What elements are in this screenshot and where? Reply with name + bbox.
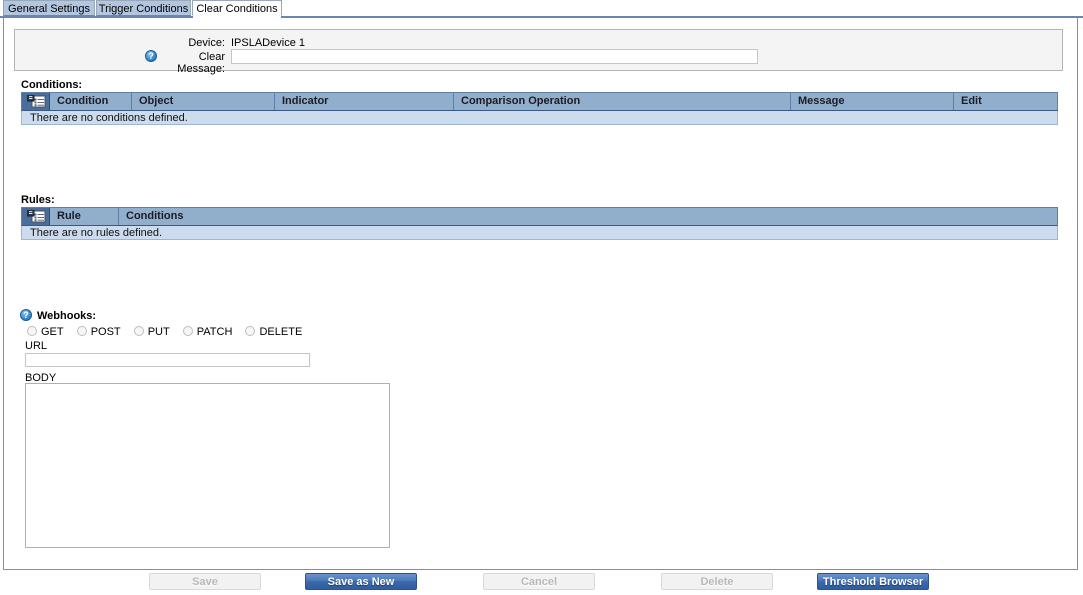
webhook-url-input[interactable] xyxy=(25,353,310,367)
footer-button-bar: Save Save as New Cancel Delete Threshold… xyxy=(0,571,1083,595)
conditions-col-condition[interactable]: Condition xyxy=(50,93,132,110)
conditions-col-edit[interactable]: Edit xyxy=(954,93,1057,110)
webhook-body-textarea[interactable] xyxy=(25,383,390,548)
rules-add-button[interactable] xyxy=(22,208,50,225)
list-add-icon xyxy=(27,95,46,108)
tab-strip: General Settings Trigger Conditions Clea… xyxy=(0,0,1083,18)
rules-grid-header: Rule Conditions xyxy=(21,207,1058,226)
webhook-method-patch[interactable]: PATCH xyxy=(182,326,233,339)
conditions-section-label: Conditions: xyxy=(21,79,83,91)
save-button-label: Save xyxy=(192,576,218,588)
save-as-new-button-label: Save as New xyxy=(327,576,395,588)
conditions-col-comparison-operation[interactable]: Comparison Operation xyxy=(454,93,791,110)
webhooks-help-icon[interactable]: ? xyxy=(20,309,32,321)
webhook-method-put-label: PUT xyxy=(147,326,170,339)
device-value: IPSLADevice 1 xyxy=(231,37,305,49)
webhook-url-label: URL xyxy=(25,340,48,352)
rules-col-conditions[interactable]: Conditions xyxy=(119,208,1057,225)
tab-underline-mask xyxy=(193,16,281,18)
webhook-method-radio-group: GET POST PUT PATCH DELETE xyxy=(27,326,312,338)
webhook-method-post[interactable]: POST xyxy=(76,326,121,339)
save-button[interactable]: Save xyxy=(149,573,261,590)
conditions-col-message[interactable]: Message xyxy=(791,93,954,110)
radio-dot-post[interactable] xyxy=(76,326,87,337)
rules-col-rule[interactable]: Rule xyxy=(50,208,119,225)
radio-dot-put[interactable] xyxy=(133,326,144,337)
tab-trigger-conditions[interactable]: Trigger Conditions xyxy=(96,0,191,16)
conditions-col-object[interactable]: Object xyxy=(132,93,275,110)
webhook-method-post-label: POST xyxy=(90,326,121,339)
conditions-grid-header: Condition Object Indicator Comparison Op… xyxy=(21,92,1058,111)
clear-message-input[interactable] xyxy=(231,49,758,64)
webhook-method-get-label: GET xyxy=(41,326,64,339)
radio-dot-delete[interactable] xyxy=(245,326,256,337)
rules-grid: Rule Conditions There are no rules defin… xyxy=(21,207,1058,240)
webhook-method-put[interactable]: PUT xyxy=(133,326,170,339)
tab-clear-conditions[interactable]: Clear Conditions xyxy=(192,0,282,16)
tab-trigger-conditions-label: Trigger Conditions xyxy=(98,3,189,15)
conditions-grid: Condition Object Indicator Comparison Op… xyxy=(21,92,1058,125)
webhook-method-get[interactable]: GET xyxy=(27,326,64,338)
clear-message-label: Clear Message: xyxy=(177,51,225,75)
webhooks-section-label: Webhooks: xyxy=(37,310,97,322)
delete-button-label: Delete xyxy=(700,576,734,588)
threshold-browser-button[interactable]: Threshold Browser xyxy=(817,573,929,590)
tab-clear-conditions-label: Clear Conditions xyxy=(196,3,278,15)
conditions-col-indicator[interactable]: Indicator xyxy=(275,93,454,110)
conditions-add-button[interactable] xyxy=(22,93,50,110)
conditions-empty-row: There are no conditions defined. xyxy=(21,111,1058,125)
list-add-icon xyxy=(27,210,46,223)
cancel-button-label: Cancel xyxy=(520,576,558,588)
tab-general-settings-label: General Settings xyxy=(8,3,90,15)
delete-button[interactable]: Delete xyxy=(661,573,773,590)
save-as-new-button[interactable]: Save as New xyxy=(305,573,417,590)
cancel-button[interactable]: Cancel xyxy=(483,573,595,590)
webhook-method-delete-label: DELETE xyxy=(259,326,303,339)
radio-dot-patch[interactable] xyxy=(182,326,193,337)
device-label: Device: xyxy=(188,37,225,49)
tab-general-settings[interactable]: General Settings xyxy=(3,0,95,16)
rules-empty-row: There are no rules defined. xyxy=(21,226,1058,240)
threshold-browser-button-label: Threshold Browser xyxy=(822,576,924,588)
webhook-method-delete[interactable]: DELETE xyxy=(245,326,302,338)
webhook-method-patch-label: PATCH xyxy=(196,326,233,339)
radio-dot-get[interactable] xyxy=(27,326,37,337)
rules-section-label: Rules: xyxy=(21,194,55,206)
